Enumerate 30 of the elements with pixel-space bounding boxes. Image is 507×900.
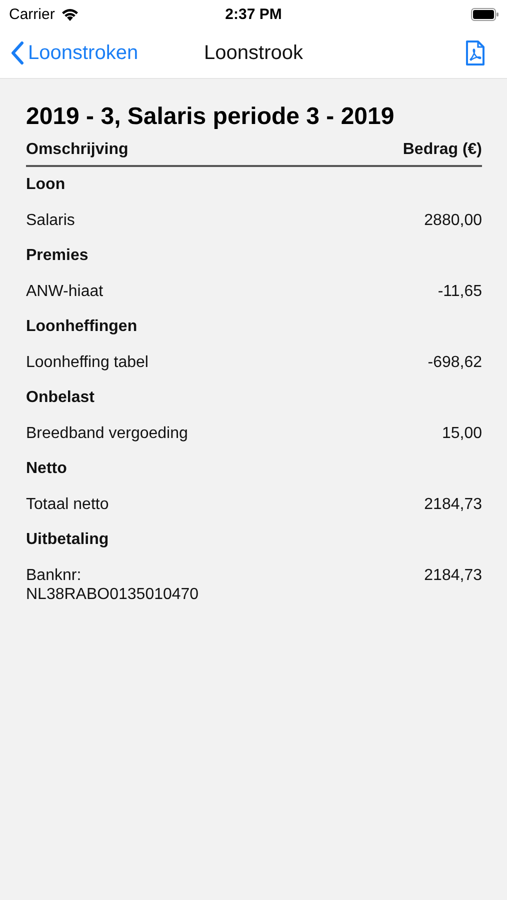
line-description: ANW-hiaat: [26, 282, 104, 301]
pdf-button[interactable]: [465, 40, 485, 66]
chevron-left-icon: [10, 41, 24, 65]
carrier-name: Carrier: [9, 6, 55, 22]
line-description: Banknr: NL38RABO0135010470: [26, 566, 200, 604]
line-amount: 2184,73: [424, 566, 482, 585]
nav-title: Loonstrook: [204, 42, 303, 64]
battery-icon: [471, 8, 499, 20]
line-description: Breedband vergoeding: [26, 424, 188, 443]
column-header: Omschrijving: [26, 141, 128, 159]
line-amount: 15,00: [442, 424, 482, 443]
section-heading: Onbelast: [26, 389, 94, 407]
line-description: Totaal netto: [26, 495, 109, 514]
status-time: 2:37 PM: [225, 6, 282, 22]
section-heading: Premies: [26, 247, 88, 265]
column-header: Bedrag (€): [402, 141, 482, 159]
line-description: Salaris: [26, 211, 75, 230]
line-amount: -698,62: [428, 353, 482, 372]
section-heading: Uitbetaling: [26, 531, 109, 549]
back-link[interactable]: Loonstroken: [10, 41, 138, 65]
wifi-icon: [60, 8, 79, 20]
pdf-document-icon: [465, 40, 485, 66]
section-heading: Netto: [26, 460, 67, 478]
line-amount: 2880,00: [424, 211, 482, 230]
line-amount: -11,65: [438, 282, 482, 301]
line-amount: 2184,73: [424, 495, 482, 514]
payslip-title: 2019 - 3, Salaris periode 3 - 2019: [26, 103, 396, 131]
line-description: Loonheffing tabel: [26, 353, 148, 372]
section-heading: Loonheffingen: [26, 318, 138, 336]
section-heading: Loon: [26, 176, 66, 194]
